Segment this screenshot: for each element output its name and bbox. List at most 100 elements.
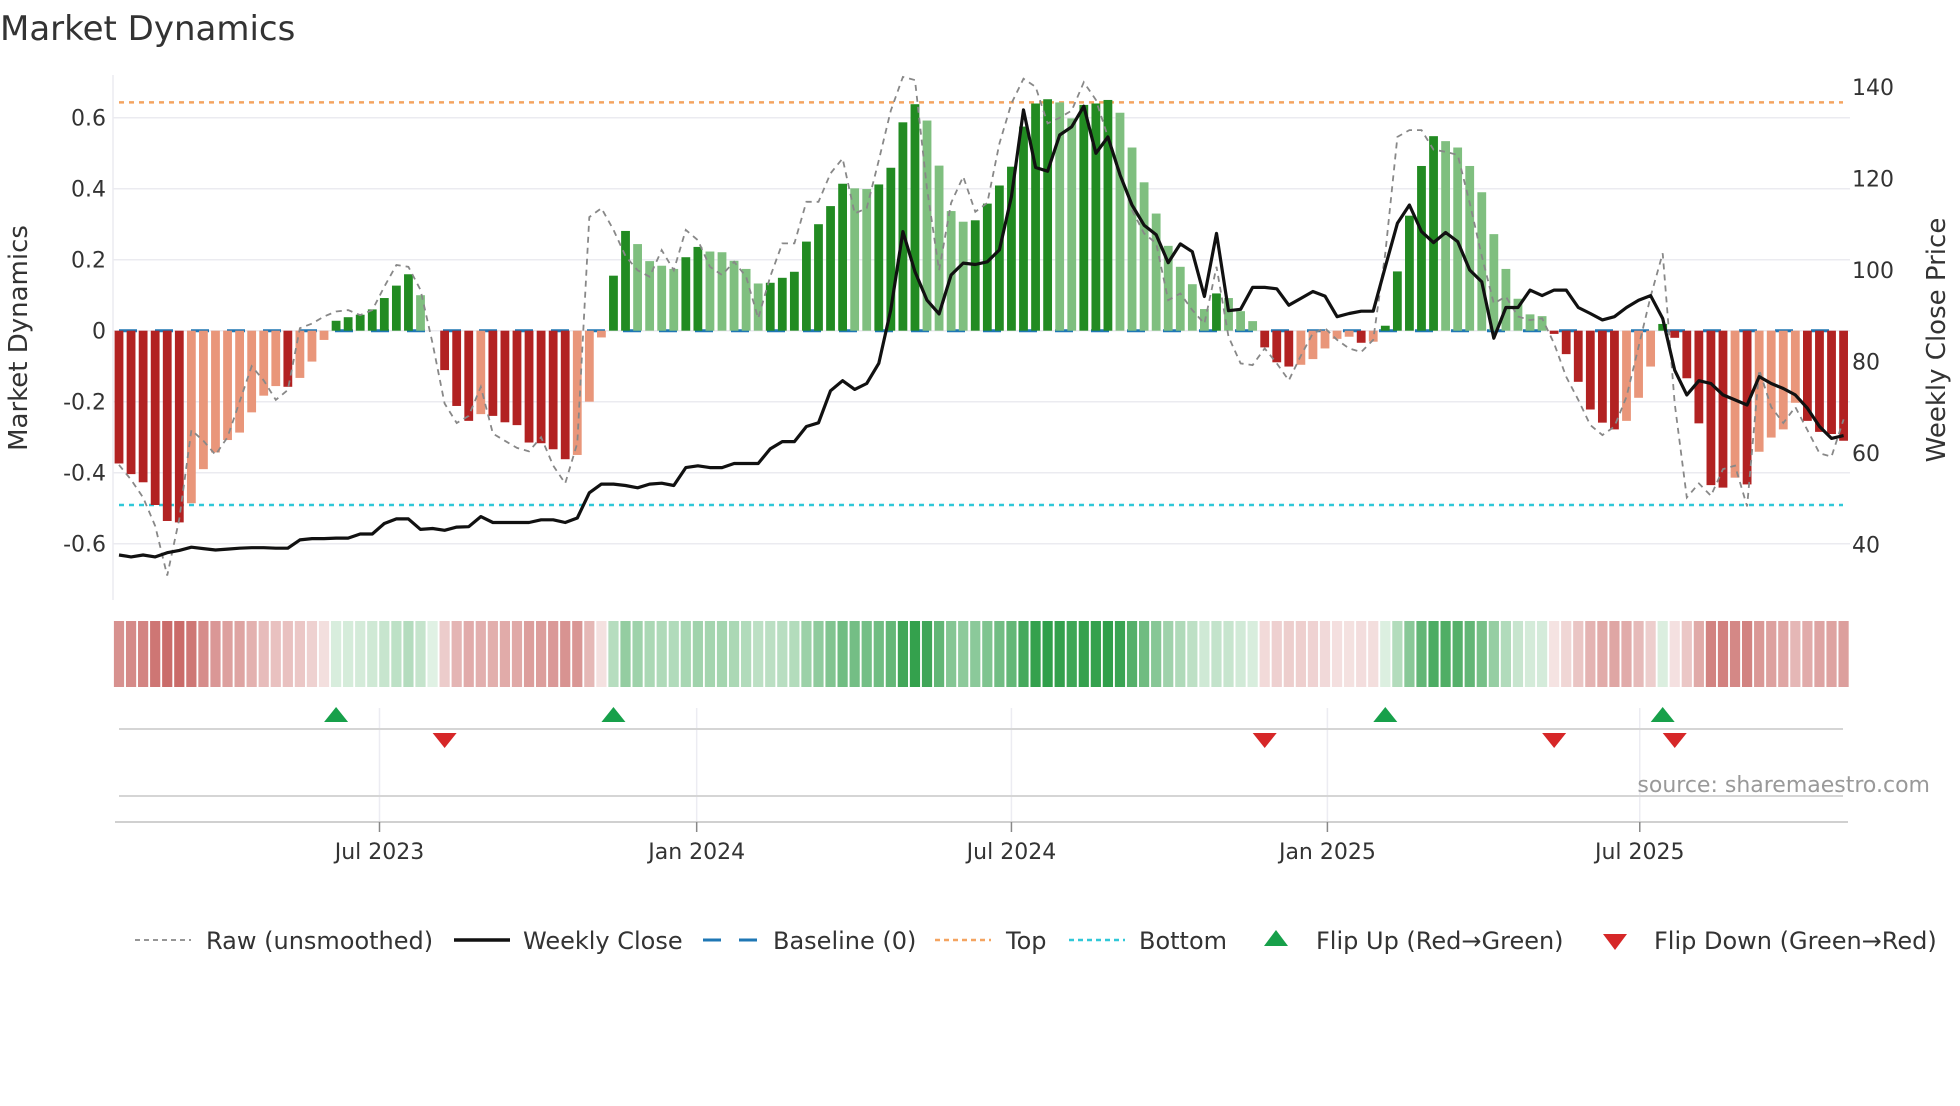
strip-cell: [982, 621, 992, 687]
bar: [1417, 166, 1426, 331]
bar: [681, 257, 690, 330]
strip-cell: [789, 621, 799, 687]
y-tick-label: 0.6: [71, 107, 106, 132]
bar: [1502, 269, 1511, 331]
strip-cell: [1489, 621, 1499, 687]
bar: [1562, 331, 1571, 354]
bar: [199, 331, 208, 469]
bar: [1839, 331, 1848, 441]
x-tick-label: Jul 2024: [965, 840, 1057, 865]
legend-label: Weekly Close: [523, 927, 683, 955]
bar: [1586, 331, 1595, 410]
bar: [332, 321, 341, 331]
bar: [392, 286, 401, 331]
strip-cell: [1633, 621, 1643, 687]
strip-cell: [440, 621, 450, 687]
bar: [1489, 234, 1498, 331]
bar: [1393, 271, 1402, 330]
strip-cell: [1248, 621, 1258, 687]
bar: [151, 331, 160, 505]
reference-lines: [119, 102, 1843, 505]
strip-cell: [391, 621, 401, 687]
y2-tick-label: 120: [1852, 168, 1894, 193]
bar: [452, 331, 461, 406]
strip-cell: [572, 621, 582, 687]
strip-cell: [1332, 621, 1342, 687]
bar: [344, 317, 353, 330]
bar: [1019, 127, 1028, 331]
strip-cell: [584, 621, 594, 687]
legend: Raw (unsmoothed)Weekly CloseBaseline (0)…: [135, 927, 1937, 955]
bar: [549, 331, 558, 450]
strip-cell: [198, 621, 208, 687]
bar: [633, 244, 642, 331]
strip-cell: [1706, 621, 1716, 687]
bar: [669, 269, 678, 331]
bar: [1236, 311, 1245, 331]
bar: [356, 315, 365, 331]
strip-cell: [1441, 621, 1451, 687]
y-tick-label: -0.2: [63, 391, 106, 416]
strip-cell: [1814, 621, 1824, 687]
bar: [1429, 136, 1438, 331]
strip-cell: [1067, 621, 1077, 687]
strip-cell: [994, 621, 1004, 687]
flip-up-marker: [324, 707, 348, 722]
flip-down-marker: [433, 733, 457, 748]
bar: [127, 331, 136, 474]
bar: [1779, 331, 1788, 430]
bar: [1116, 113, 1125, 331]
strip-cell: [681, 621, 691, 687]
y2-tick-label: 60: [1852, 442, 1880, 467]
strip-cell: [1091, 621, 1101, 687]
y2-tick-label: 40: [1852, 534, 1880, 559]
strip-cell: [1404, 621, 1414, 687]
strip-cell: [1597, 621, 1607, 687]
y-axis-label: Market Dynamics: [4, 225, 34, 451]
bar: [211, 331, 220, 453]
strip-cell: [295, 621, 305, 687]
bar: [911, 104, 920, 330]
strip-cell: [1609, 621, 1619, 687]
bar: [308, 331, 317, 362]
strip-cell: [910, 621, 920, 687]
strip-cell: [1055, 621, 1065, 687]
strip-cell: [1549, 621, 1559, 687]
strip-cell: [1416, 621, 1426, 687]
strip-cell: [1561, 621, 1571, 687]
y-tick-label: 0.4: [71, 178, 106, 203]
bar: [416, 295, 425, 331]
strip-cell: [813, 621, 823, 687]
strip-cell: [1790, 621, 1800, 687]
bar: [271, 331, 280, 386]
strip-cell: [1730, 621, 1740, 687]
bar: [1694, 331, 1703, 424]
bar: [874, 184, 883, 330]
bar: [693, 247, 702, 331]
bar: [1682, 331, 1691, 379]
bar: [754, 283, 763, 330]
strip-cell: [1694, 621, 1704, 687]
strip-cell: [1260, 621, 1270, 687]
strip-cell: [1284, 621, 1294, 687]
strip-cell: [259, 621, 269, 687]
strip-cell: [162, 621, 172, 687]
strip-cell: [1018, 621, 1028, 687]
flip-markers: [119, 707, 1843, 822]
strip-cell: [476, 621, 486, 687]
bar: [525, 331, 534, 443]
bar: [404, 274, 413, 330]
bar: [1622, 331, 1631, 421]
regime-strip: [114, 621, 1849, 687]
bar: [163, 331, 172, 521]
bar: [971, 220, 980, 330]
bar: [1610, 331, 1619, 430]
strip-cell: [1115, 621, 1125, 687]
bar: [1128, 148, 1137, 331]
strip-cell: [1320, 621, 1330, 687]
strip-cell: [958, 621, 968, 687]
bar: [730, 261, 739, 331]
strip-cell: [1043, 621, 1053, 687]
bar: [1140, 182, 1149, 330]
bar: [1357, 331, 1366, 343]
